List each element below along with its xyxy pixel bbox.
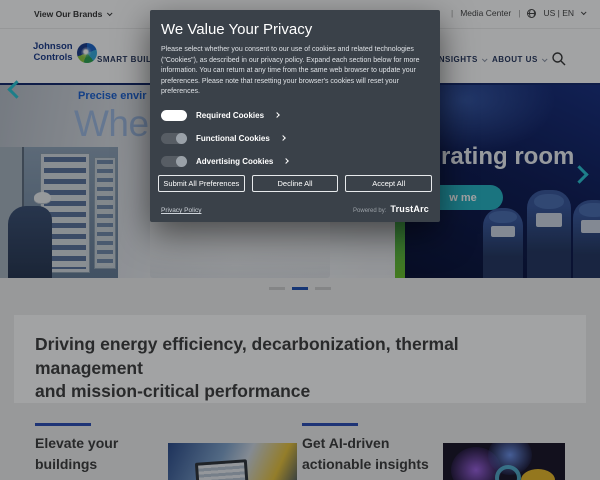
toggle-label: Functional Cookies: [196, 133, 270, 143]
chevron-right-icon: [279, 135, 286, 141]
cookie-consent-dialog: We Value Your Privacy Please select whet…: [150, 10, 440, 222]
advertising-cookies-toggle[interactable]: [161, 155, 187, 167]
powered-by-label: Powered by:: [353, 208, 387, 214]
chevron-right-icon: [274, 112, 280, 118]
functional-cookies-toggle[interactable]: [161, 132, 187, 144]
dialog-title: We Value Your Privacy: [161, 21, 313, 38]
decline-all-button[interactable]: Decline All: [251, 175, 339, 192]
functional-cookies-row[interactable]: Functional Cookies: [161, 132, 429, 144]
required-cookies-row[interactable]: Required Cookies: [161, 109, 429, 121]
toggle-label: Required Cookies: [196, 110, 265, 120]
toggle-label: Advertising Cookies: [196, 156, 274, 166]
submit-all-preferences-button[interactable]: Submit All Preferences: [158, 175, 245, 192]
trustarc-logo: TrustArc: [390, 204, 429, 214]
privacy-policy-link[interactable]: Privacy Policy: [161, 207, 201, 214]
powered-by-group: Powered by: TrustArc: [353, 204, 429, 214]
required-cookies-toggle[interactable]: [161, 109, 187, 121]
dialog-body-text: Please select whether you consent to our…: [161, 46, 420, 95]
dialog-footer: Privacy Policy Powered by: TrustArc: [161, 204, 429, 214]
chevron-right-icon: [283, 158, 290, 164]
dialog-button-row: Submit All Preferences Decline All Accep…: [158, 175, 433, 192]
accept-all-button[interactable]: Accept All: [345, 175, 433, 192]
advertising-cookies-row[interactable]: Advertising Cookies: [161, 155, 429, 167]
